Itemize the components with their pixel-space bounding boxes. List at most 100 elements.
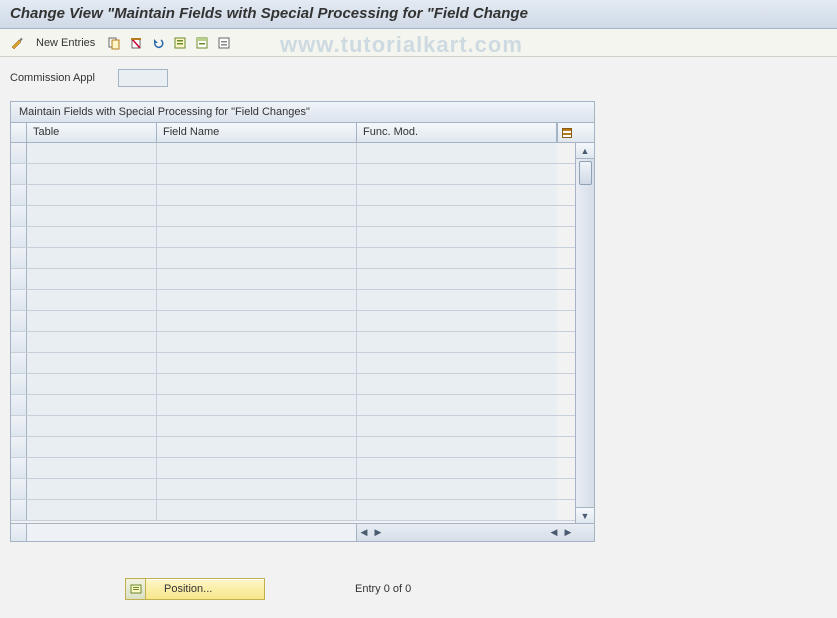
row-selector[interactable] [11,353,27,373]
row-selector[interactable] [11,206,27,226]
cell-table[interactable] [27,290,157,310]
row-selector[interactable] [11,395,27,415]
cell-table[interactable] [27,374,157,394]
cell-func[interactable] [357,185,557,205]
commission-input[interactable] [118,69,168,87]
row-selector[interactable] [11,143,27,163]
cell-table[interactable] [27,206,157,226]
undo-icon[interactable] [149,34,167,52]
cell-func[interactable] [357,500,557,520]
cell-field[interactable] [157,479,357,499]
cell-field[interactable] [157,458,357,478]
toggle-edit-icon[interactable] [8,34,26,52]
row-selector[interactable] [11,269,27,289]
row-selector[interactable] [11,185,27,205]
cell-table[interactable] [27,395,157,415]
rows-area [11,143,575,523]
cell-func[interactable] [357,479,557,499]
row-selector[interactable] [11,332,27,352]
position-button[interactable]: Position... [125,578,265,600]
cell-func[interactable] [357,395,557,415]
hscroll-track[interactable] [385,524,547,541]
scroll-thumb[interactable] [579,161,592,185]
delete-icon[interactable] [127,34,145,52]
cell-field[interactable] [157,185,357,205]
cell-table[interactable] [27,416,157,436]
cell-field[interactable] [157,500,357,520]
row-selector[interactable] [11,416,27,436]
hscroll-left-icon[interactable]: ◀ [357,524,371,541]
cell-field[interactable] [157,269,357,289]
cell-table[interactable] [27,458,157,478]
cell-table[interactable] [27,353,157,373]
cell-field[interactable] [157,395,357,415]
copy-icon[interactable] [105,34,123,52]
cell-table[interactable] [27,185,157,205]
row-header-corner[interactable] [11,123,27,142]
hscroll-right1-icon[interactable]: ▶ [371,524,385,541]
cell-func[interactable] [357,143,557,163]
cell-func[interactable] [357,416,557,436]
cell-table[interactable] [27,227,157,247]
select-block-icon[interactable] [193,34,211,52]
cell-table[interactable] [27,143,157,163]
cell-table[interactable] [27,437,157,457]
cell-field[interactable] [157,437,357,457]
vertical-scrollbar[interactable]: ▲ ▼ [575,143,594,523]
cell-table[interactable] [27,248,157,268]
row-selector[interactable] [11,248,27,268]
cell-func[interactable] [357,458,557,478]
cell-func[interactable] [357,353,557,373]
cell-func[interactable] [357,164,557,184]
row-selector[interactable] [11,437,27,457]
hscroll-row: ◀ ▶ ◀ ▶ [11,523,594,541]
cell-func[interactable] [357,248,557,268]
cell-func[interactable] [357,269,557,289]
row-selector[interactable] [11,458,27,478]
new-entries-button[interactable]: New Entries [30,35,101,51]
cell-field[interactable] [157,248,357,268]
col-header-table[interactable]: Table [27,123,157,142]
cell-field[interactable] [157,416,357,436]
cell-table[interactable] [27,311,157,331]
cell-func[interactable] [357,206,557,226]
row-selector[interactable] [11,374,27,394]
table-settings-icon[interactable] [557,123,576,142]
cell-field[interactable] [157,143,357,163]
row-selector[interactable] [11,500,27,520]
cell-field[interactable] [157,206,357,226]
cell-func[interactable] [357,290,557,310]
deselect-all-icon[interactable] [215,34,233,52]
cell-table[interactable] [27,500,157,520]
cell-func[interactable] [357,227,557,247]
row-selector[interactable] [11,227,27,247]
scroll-up-icon[interactable]: ▲ [576,143,594,159]
cell-field[interactable] [157,290,357,310]
cell-func[interactable] [357,311,557,331]
cell-func[interactable] [357,374,557,394]
horizontal-scrollbar[interactable]: ◀ ▶ ◀ ▶ [357,524,594,541]
row-selector[interactable] [11,479,27,499]
scroll-down-icon[interactable]: ▼ [576,507,594,523]
cell-table[interactable] [27,332,157,352]
select-all-icon[interactable] [171,34,189,52]
col-header-func[interactable]: Func. Mod. [357,123,557,142]
row-selector[interactable] [11,311,27,331]
row-selector[interactable] [11,164,27,184]
cell-table[interactable] [27,479,157,499]
cell-field[interactable] [157,353,357,373]
cell-func[interactable] [357,437,557,457]
cell-field[interactable] [157,164,357,184]
hscroll-left2-icon[interactable]: ◀ [547,524,561,541]
cell-table[interactable] [27,164,157,184]
cell-func[interactable] [357,332,557,352]
page-title: Change View "Maintain Fields with Specia… [10,5,528,22]
col-header-field[interactable]: Field Name [157,123,357,142]
hscroll-right-icon[interactable]: ▶ [561,524,575,541]
cell-field[interactable] [157,311,357,331]
cell-table[interactable] [27,269,157,289]
cell-field[interactable] [157,332,357,352]
cell-field[interactable] [157,227,357,247]
row-selector[interactable] [11,290,27,310]
cell-field[interactable] [157,374,357,394]
